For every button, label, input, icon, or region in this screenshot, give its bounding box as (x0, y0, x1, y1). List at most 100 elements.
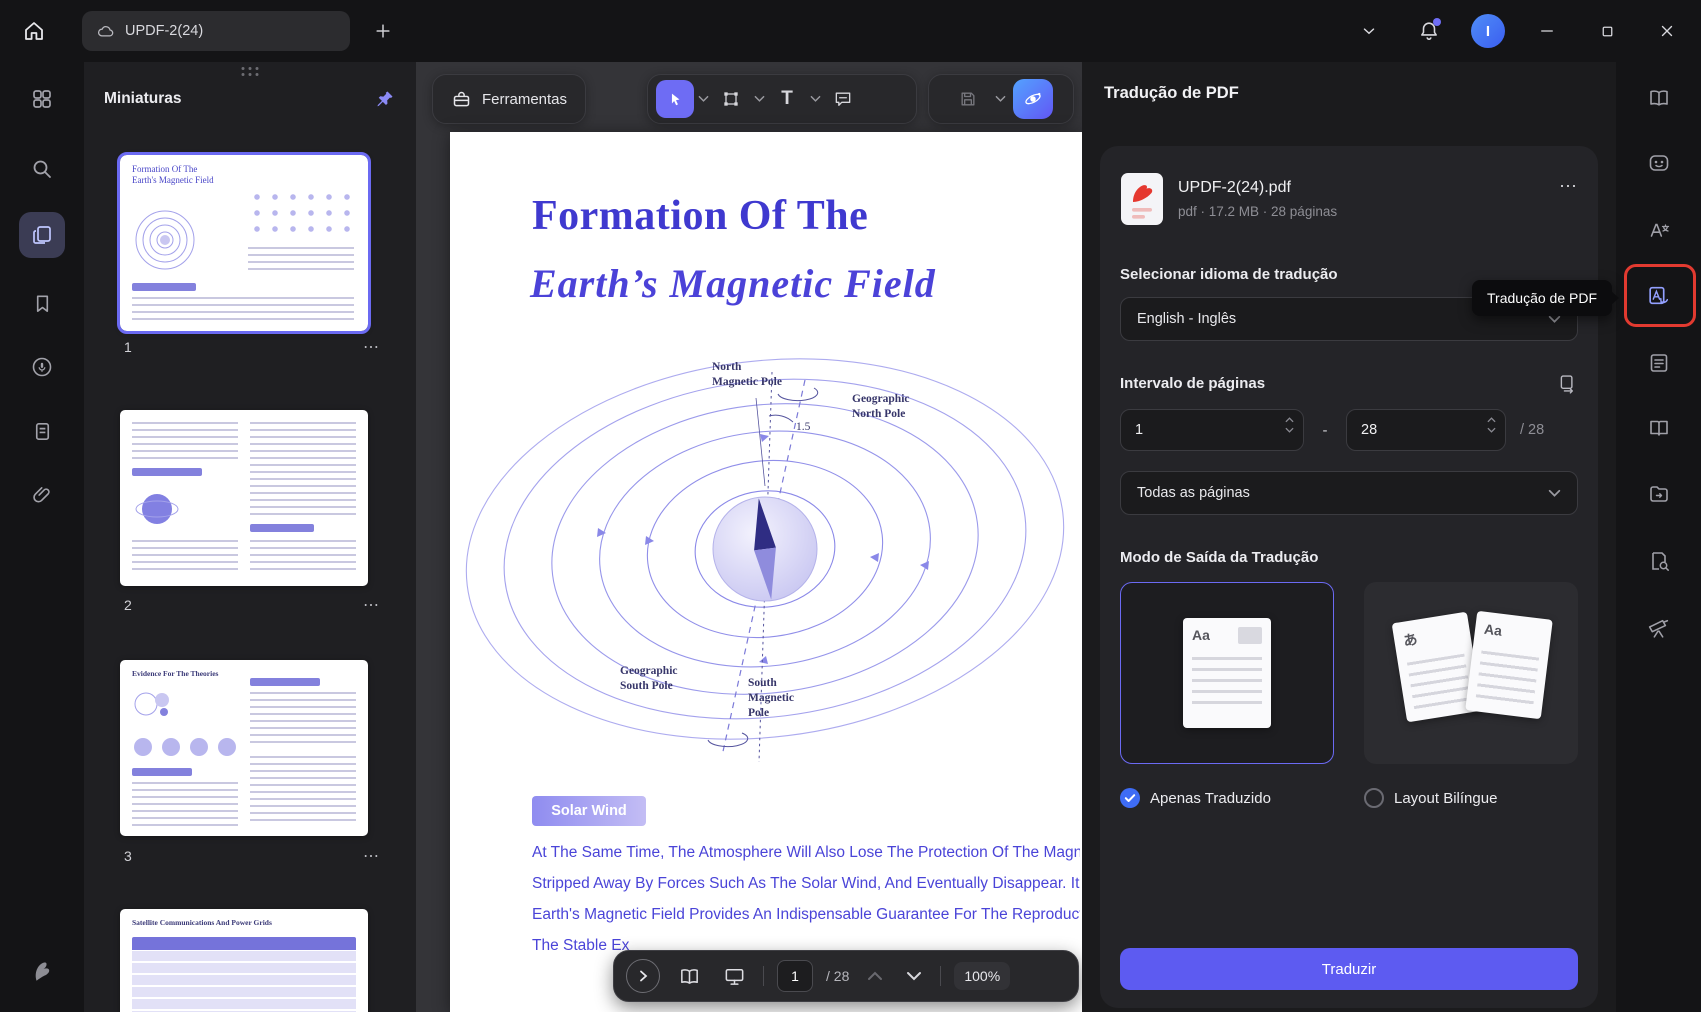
booklet-button[interactable] (1637, 406, 1681, 450)
text-tool-dropdown[interactable] (808, 84, 822, 114)
left-sidebar (0, 62, 84, 1012)
updf-window: UPDF-2(24) I (0, 0, 1701, 1012)
thumbnail-caption: Formation Of The Earth's Magnetic Field (132, 164, 262, 187)
thumbnail-menu-button[interactable]: ⋯ (363, 846, 380, 866)
range-to-input[interactable] (1361, 410, 1456, 450)
stepper-icons[interactable] (1487, 417, 1496, 433)
zoom-level[interactable]: 100% (954, 962, 1010, 990)
avatar[interactable]: I (1471, 14, 1505, 48)
page-number-input[interactable] (777, 960, 813, 992)
next-page-button[interactable] (901, 963, 927, 989)
expand-bar-button[interactable] (626, 959, 660, 993)
stepper-icons[interactable] (1285, 417, 1294, 433)
pin-icon (375, 89, 395, 109)
tools-menu-label: Ferramentas (482, 91, 567, 108)
sidebar-item-comments[interactable] (19, 344, 65, 390)
form-edit-button[interactable] (1637, 341, 1681, 385)
telescope-icon (1646, 615, 1671, 640)
ocr-search-button[interactable] (1637, 539, 1681, 583)
thumbnail-menu-button[interactable]: ⋯ (363, 337, 380, 357)
file-name: UPDF-2(24).pdf (1178, 179, 1545, 197)
thumbnail-number: 1 (124, 339, 132, 355)
radio-bilingual[interactable]: Layout Bilíngue (1364, 788, 1578, 808)
red-highlight-annotation (1624, 264, 1696, 327)
new-tab-button[interactable] (366, 14, 400, 48)
pdf-body-line: Stripped Away By Forces Such As The Sola… (532, 875, 1080, 893)
comment-tool-button[interactable] (824, 80, 862, 118)
toolbar-collapse-button[interactable] (1351, 13, 1387, 49)
mini-heading (250, 524, 314, 532)
reader-mode-button[interactable] (1637, 76, 1681, 120)
presentation-tools-button[interactable] (1637, 605, 1681, 649)
doc-text-lines (1192, 657, 1262, 707)
mini-text (132, 782, 238, 826)
thumbnail-page-2[interactable] (120, 410, 368, 586)
solar-wind-badge: Solar Wind (532, 796, 646, 826)
range-to-field[interactable] (1346, 409, 1506, 451)
ai-chat-button[interactable] (1637, 141, 1681, 185)
thumbnails-title: Miniaturas (104, 90, 182, 108)
translate-text-button[interactable] (1637, 208, 1681, 252)
save-button[interactable] (949, 80, 987, 118)
document-tab[interactable]: UPDF-2(24) (82, 11, 350, 51)
bookmark-icon (31, 292, 54, 315)
panel-title: Tradução de PDF (1104, 84, 1239, 103)
thumbnail-page-3[interactable]: Evidence For The Theories (120, 660, 368, 836)
sidebar-item-bookmarks[interactable] (19, 280, 65, 326)
select-tool-dropdown[interactable] (696, 84, 710, 114)
sidebar-item-apps[interactable] (19, 76, 65, 122)
thumbnails-header: Miniaturas (104, 86, 398, 112)
pdf-heading-line1: Formation Of The (532, 192, 868, 240)
text-tool-button[interactable]: T (768, 80, 806, 118)
mini-globe (134, 486, 180, 532)
shape-tool-dropdown[interactable] (752, 84, 766, 114)
thumbnail-page-1[interactable]: Formation Of The Earth's Magnetic Field (120, 155, 368, 331)
page-range-icon[interactable] (1557, 373, 1578, 394)
save-dropdown[interactable] (993, 84, 1007, 114)
presentation-button[interactable] (718, 960, 750, 992)
shape-icon (721, 89, 741, 109)
cloud-icon (96, 22, 115, 41)
pages-scope-select[interactable]: Todas as páginas (1120, 471, 1578, 515)
book-open-icon (678, 965, 701, 988)
thumbnail-page-4[interactable]: Satellite Communications And Power Grids (120, 909, 368, 1012)
previous-page-button[interactable] (862, 963, 888, 989)
tools-menu-group[interactable]: Ferramentas (432, 74, 586, 124)
range-from-input[interactable] (1135, 410, 1244, 450)
radio-translated-only[interactable]: Apenas Traduzido (1120, 788, 1334, 808)
pdf-page[interactable]: Formation Of The Earth’s Magnetic Field (450, 132, 1082, 1012)
reader-view-button[interactable] (673, 960, 705, 992)
pin-panel-button[interactable] (372, 86, 398, 112)
shape-tool-button[interactable] (712, 80, 750, 118)
radio-unchecked-icon (1364, 788, 1384, 808)
mini-field-diagram (132, 207, 198, 273)
sidebar-item-search[interactable] (19, 146, 65, 192)
notifications-button[interactable] (1411, 13, 1447, 49)
translate-button[interactable]: Traduzir (1120, 948, 1578, 990)
range-from-field[interactable] (1120, 409, 1304, 451)
sidebar-item-attachments[interactable] (19, 472, 65, 518)
ai-assistant-button[interactable] (1013, 79, 1053, 119)
mode-option-translated-only[interactable]: Aa (1120, 582, 1334, 764)
avatar-letter: I (1486, 23, 1490, 40)
home-button[interactable] (12, 9, 56, 53)
chevron-down-icon (1360, 22, 1378, 40)
sidebar-item-document[interactable] (19, 408, 65, 454)
close-button[interactable] (1649, 13, 1685, 49)
panel-drag-handle[interactable] (242, 67, 259, 76)
updf-logo-button[interactable] (19, 948, 65, 994)
file-convert-button[interactable] (1637, 472, 1681, 516)
thumbnail-caption: Evidence For The Theories (132, 669, 218, 678)
thumbnail-menu-button[interactable]: ⋯ (363, 595, 380, 615)
file-menu-button[interactable]: ⋯ (1559, 176, 1578, 197)
maximize-button[interactable] (1589, 13, 1625, 49)
select-tool-button[interactable] (656, 80, 694, 118)
minimize-button[interactable] (1529, 13, 1565, 49)
right-tools-rail (1616, 62, 1701, 1012)
field-lines-graphic (460, 358, 1070, 788)
mode-option-bilingual[interactable]: あ Aa (1364, 582, 1578, 764)
sidebar-item-thumbnails[interactable] (19, 212, 65, 258)
booklet-icon (1647, 416, 1671, 440)
range-dash: - (1304, 422, 1346, 439)
chevron-right-icon (637, 970, 649, 982)
